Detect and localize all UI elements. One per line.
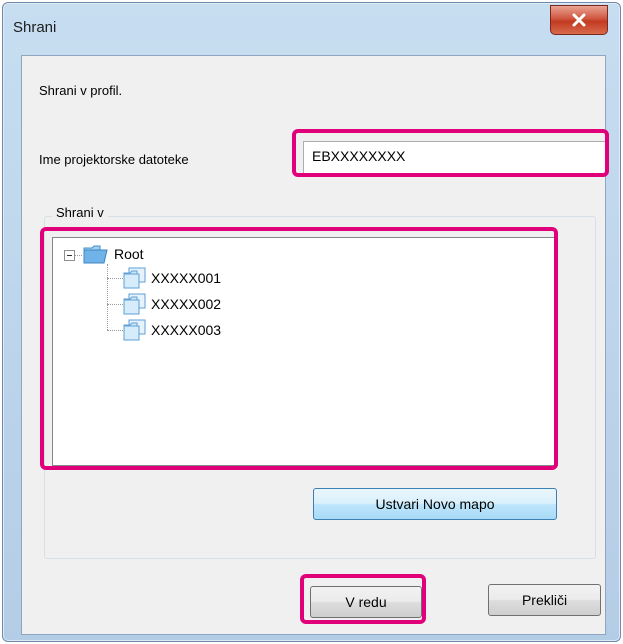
save-in-caption: Shrani v (52, 205, 108, 220)
close-icon (572, 13, 586, 27)
new-folder-button[interactable]: Ustvari Novo mapo (313, 488, 557, 520)
close-button[interactable] (550, 5, 608, 35)
highlight-frame (40, 227, 558, 470)
cancel-button[interactable]: Prekliči (488, 584, 601, 616)
window-title: Shrani (13, 19, 57, 36)
highlight-frame (300, 574, 426, 624)
prompt-text: Shrani v profil. (39, 83, 123, 98)
highlight-frame (292, 129, 609, 177)
filename-label: Ime projektorske datoteke (39, 152, 189, 167)
